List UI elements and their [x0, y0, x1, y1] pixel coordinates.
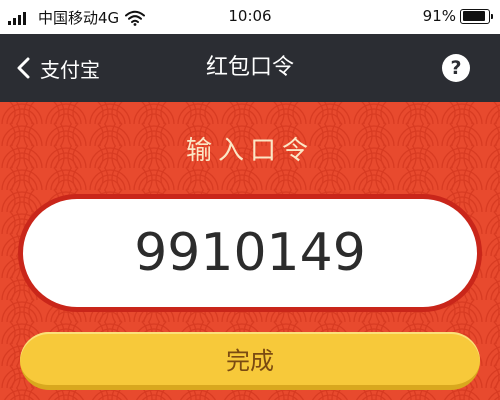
prompt-heading: 输入口令: [185, 136, 314, 166]
back-label: 支付宝: [40, 57, 100, 82]
red-envelope-panel: 输入口令 完成: [0, 102, 500, 400]
done-button[interactable]: 完成: [20, 332, 480, 390]
question-circle-icon: ?: [450, 57, 462, 79]
nav-bar: 支付宝 红包口令 ?: [0, 34, 500, 102]
status-right: 91%: [422, 7, 493, 25]
code-input-frame: [18, 194, 482, 312]
back-button[interactable]: 支付宝: [14, 34, 100, 102]
battery-fill: [462, 11, 486, 21]
status-bar: 中国移动4G 10:06 91%: [0, 0, 500, 34]
code-input[interactable]: [23, 199, 477, 307]
help-button[interactable]: ?: [442, 54, 470, 82]
battery-percent: 91%: [422, 7, 456, 25]
battery-icon: [460, 8, 493, 24]
chevron-left-icon: [17, 57, 30, 79]
